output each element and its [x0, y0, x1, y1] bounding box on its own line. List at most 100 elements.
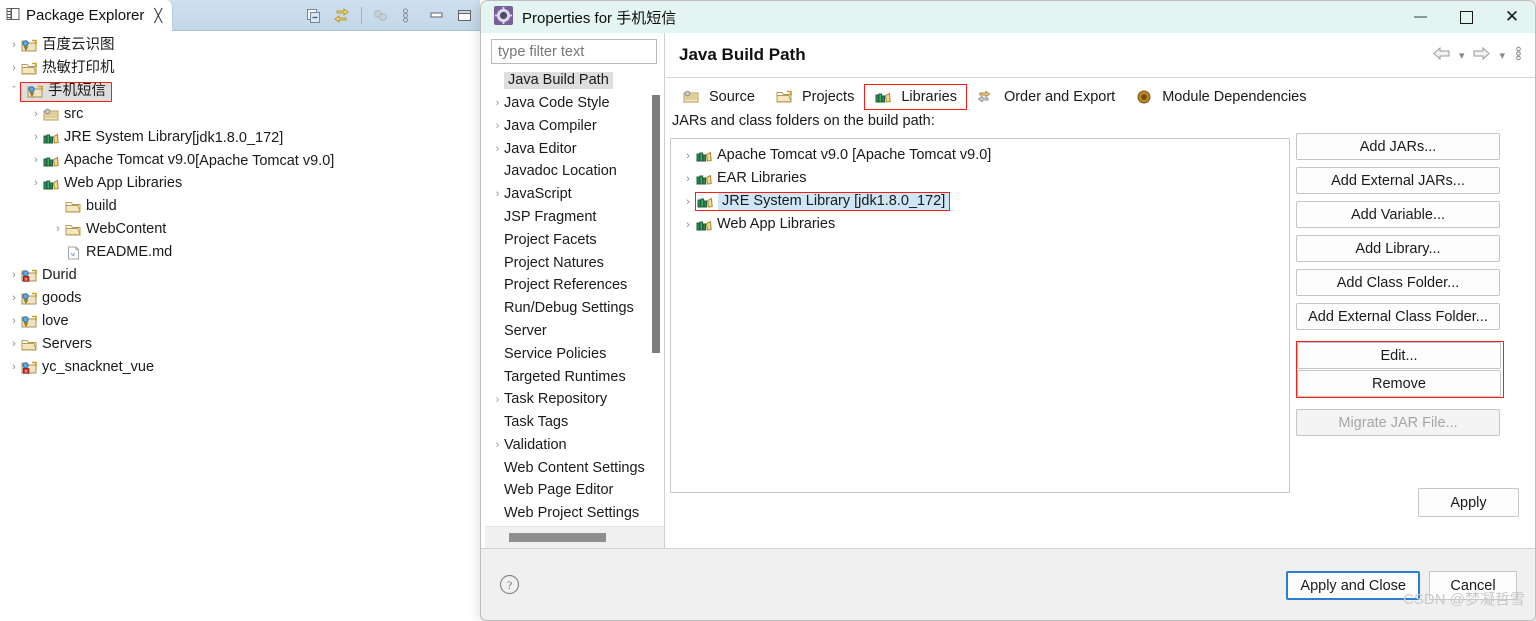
- chevron-right-icon[interactable]: ›: [681, 150, 695, 162]
- view-menu-icon[interactable]: [400, 7, 418, 25]
- cancel-button[interactable]: Cancel: [1429, 571, 1517, 600]
- chevron-right-icon[interactable]: ›: [681, 219, 695, 231]
- collapse-all-icon[interactable]: [305, 7, 323, 25]
- add-jars-button[interactable]: Add JARs...: [1296, 133, 1500, 160]
- tree-item[interactable]: › x yc_snacknet_vue: [0, 356, 480, 379]
- settings-tree-item[interactable]: JSP Fragment: [491, 206, 664, 229]
- chevron-right-icon[interactable]: ›: [491, 188, 504, 200]
- settings-tree-item[interactable]: › Validation: [491, 434, 664, 457]
- tree-item[interactable]: › build: [0, 195, 480, 218]
- settings-tree-item[interactable]: Run/Debug Settings: [491, 297, 664, 320]
- settings-tree-item[interactable]: Project References: [491, 274, 664, 297]
- tree-item[interactable]: › ! love: [0, 310, 480, 333]
- settings-tree-item[interactable]: › Java Editor: [491, 137, 664, 160]
- library-row[interactable]: › EAR Libraries: [671, 167, 1289, 190]
- settings-tree-item[interactable]: › JavaScript: [491, 183, 664, 206]
- view-filter-icon[interactable]: [372, 7, 390, 25]
- settings-tree-hscroll-thumb[interactable]: [509, 533, 606, 542]
- add-class-folder-button[interactable]: Add Class Folder...: [1296, 269, 1500, 296]
- maximize-icon[interactable]: [456, 7, 474, 25]
- chevron-right-icon[interactable]: ›: [491, 120, 504, 132]
- tree-item[interactable]: › WebContent: [0, 218, 480, 241]
- forward-icon[interactable]: [1473, 46, 1491, 63]
- add-variable-button[interactable]: Add Variable...: [1296, 201, 1500, 228]
- chevron-right-icon[interactable]: ›: [8, 293, 20, 304]
- chevron-right-icon[interactable]: ›: [8, 316, 20, 327]
- filter-input[interactable]: type filter text: [491, 39, 657, 64]
- maximize-button[interactable]: [1443, 1, 1489, 33]
- settings-tree-item[interactable]: › Java Code Style: [491, 92, 664, 115]
- settings-tree-item[interactable]: Java Build Path: [491, 69, 664, 92]
- minimize-icon[interactable]: [428, 7, 446, 25]
- settings-tree-item[interactable]: Task Tags: [491, 411, 664, 434]
- back-dropdown-icon[interactable]: ▾: [1459, 49, 1465, 62]
- chevron-right-icon[interactable]: ›: [8, 270, 20, 281]
- settings-tree-item[interactable]: Web Content Settings: [491, 457, 664, 480]
- build-path-tabs[interactable]: Source Projects Libraries Order and Expo…: [666, 82, 1535, 110]
- edit-button[interactable]: Edit...: [1297, 342, 1501, 369]
- add-external-class-folder-button[interactable]: Add External Class Folder...: [1296, 303, 1500, 330]
- remove-button[interactable]: Remove: [1297, 370, 1501, 397]
- libraries-list[interactable]: › Apache Tomcat v9.0 [Apache Tomcat v9.0…: [670, 138, 1290, 493]
- tree-item[interactable]: › ! goods: [0, 287, 480, 310]
- tree-item[interactable]: › JRE System Library [jdk1.8.0_172]: [0, 126, 480, 149]
- help-icon[interactable]: ?: [499, 574, 520, 598]
- chevron-right-icon[interactable]: ›: [491, 97, 504, 109]
- settings-tree-item[interactable]: › Java Compiler: [491, 115, 664, 138]
- settings-tree-item[interactable]: Web Page Editor: [491, 479, 664, 502]
- tree-item[interactable]: › Web App Libraries: [0, 172, 480, 195]
- forward-dropdown-icon[interactable]: ▾: [1499, 49, 1505, 62]
- settings-tree-vscrollbar[interactable]: [652, 95, 660, 353]
- link-with-editor-icon[interactable]: [333, 7, 351, 25]
- settings-tree-hscrollbar[interactable]: [485, 526, 664, 548]
- tree-item[interactable]: › w README.md: [0, 241, 480, 264]
- chevron-down-icon[interactable]: ˇ: [8, 86, 20, 97]
- chevron-right-icon[interactable]: ›: [30, 109, 42, 120]
- package-explorer-tree[interactable]: › ! 百度云识图 › 热敏打印机 ˇ ! 手机短信 › src › JRE S…: [0, 31, 480, 621]
- settings-tree-item[interactable]: Javadoc Location: [491, 160, 664, 183]
- library-row[interactable]: › Apache Tomcat v9.0 [Apache Tomcat v9.0…: [671, 144, 1289, 167]
- tree-item[interactable]: › Servers: [0, 333, 480, 356]
- settings-tree-item[interactable]: Targeted Runtimes: [491, 365, 664, 388]
- chevron-right-icon[interactable]: ›: [681, 173, 695, 185]
- close-button[interactable]: ✕: [1489, 1, 1535, 33]
- chevron-right-icon[interactable]: ›: [30, 178, 42, 189]
- settings-tree-item[interactable]: Web Project Settings: [491, 502, 664, 525]
- tab-order-and-export[interactable]: Order and Export: [967, 84, 1125, 110]
- settings-tree-item[interactable]: Service Policies: [491, 343, 664, 366]
- minimize-button[interactable]: [1397, 1, 1443, 33]
- chevron-right-icon[interactable]: ›: [52, 201, 64, 212]
- tree-item[interactable]: ˇ ! 手机短信: [0, 80, 480, 103]
- tree-item[interactable]: › x Durid: [0, 264, 480, 287]
- settings-tree-item[interactable]: › Task Repository: [491, 388, 664, 411]
- chevron-right-icon[interactable]: ›: [52, 247, 64, 258]
- chevron-right-icon[interactable]: ›: [52, 224, 64, 235]
- tree-item[interactable]: › src: [0, 103, 480, 126]
- tab-module-dependencies[interactable]: Module Dependencies: [1125, 84, 1316, 110]
- back-icon[interactable]: [1433, 46, 1450, 63]
- chevron-right-icon[interactable]: ›: [8, 339, 20, 350]
- add-library-button[interactable]: Add Library...: [1296, 235, 1500, 262]
- tree-item[interactable]: › Apache Tomcat v9.0 [Apache Tomcat v9.0…: [0, 149, 480, 172]
- tree-item[interactable]: › ! 百度云识图: [0, 34, 480, 57]
- library-row[interactable]: › JRE System Library [jdk1.8.0_172]: [671, 190, 1289, 213]
- settings-tree-item[interactable]: Project Facets: [491, 229, 664, 252]
- chevron-right-icon[interactable]: ›: [681, 196, 695, 208]
- chevron-right-icon[interactable]: ›: [491, 394, 504, 406]
- close-icon[interactable]: ╳: [154, 8, 162, 24]
- tab-source[interactable]: Source: [672, 84, 765, 110]
- page-menu-icon[interactable]: [1514, 46, 1523, 64]
- tab-projects[interactable]: Projects: [765, 84, 864, 110]
- chevron-right-icon[interactable]: ›: [30, 155, 42, 166]
- chevron-right-icon[interactable]: ›: [8, 40, 20, 51]
- chevron-right-icon[interactable]: ›: [491, 439, 504, 451]
- settings-tree[interactable]: Java Build Path › Java Code Style › Java Com…: [485, 69, 664, 526]
- apply-button[interactable]: Apply: [1418, 488, 1519, 517]
- add-external-jars-button[interactable]: Add External JARs...: [1296, 167, 1500, 194]
- tab-libraries[interactable]: Libraries: [864, 84, 967, 110]
- chevron-right-icon[interactable]: ›: [491, 143, 504, 155]
- chevron-right-icon[interactable]: ›: [8, 63, 20, 74]
- chevron-right-icon[interactable]: ›: [30, 132, 42, 143]
- chevron-right-icon[interactable]: ›: [8, 362, 20, 373]
- settings-tree-item[interactable]: Server: [491, 320, 664, 343]
